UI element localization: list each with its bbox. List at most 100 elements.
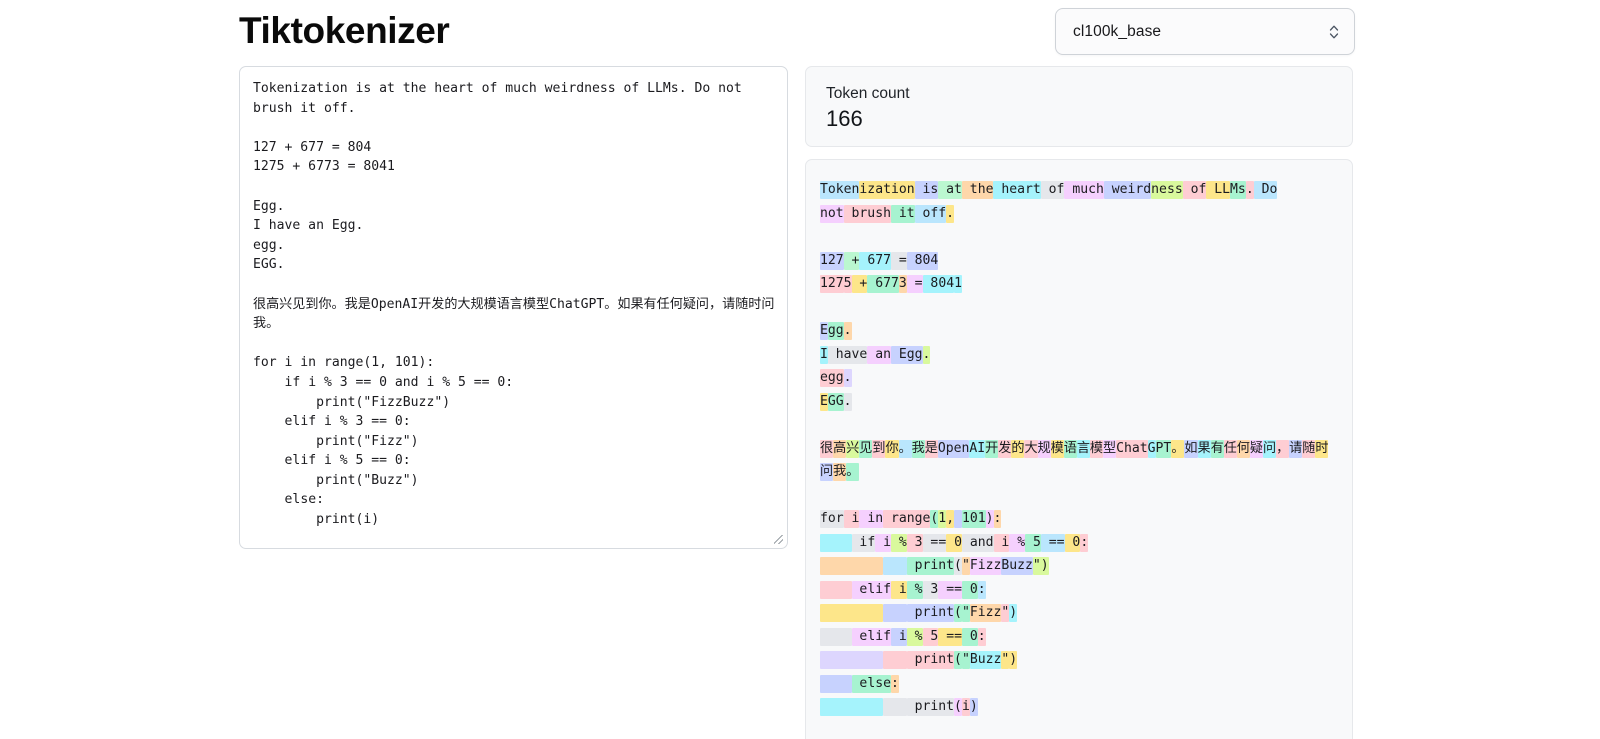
token: 型	[1103, 439, 1117, 458]
token: 101	[961, 510, 986, 528]
token: ==	[922, 533, 947, 552]
token: 0	[961, 627, 978, 646]
token	[820, 604, 884, 622]
token	[883, 557, 907, 575]
token: %	[906, 627, 923, 646]
model-select-control[interactable]: cl100k_base	[1055, 8, 1355, 55]
token: .	[843, 322, 852, 340]
token	[883, 604, 907, 622]
token: 时	[1315, 439, 1329, 458]
token: G	[1147, 439, 1156, 458]
token: %	[1009, 533, 1026, 552]
token: 5	[922, 627, 939, 646]
token: 规	[1037, 439, 1051, 458]
token: 发	[998, 439, 1012, 458]
token: 如	[1184, 439, 1198, 458]
token: print	[906, 651, 955, 669]
token: 5	[1025, 533, 1041, 552]
token: 言	[1076, 439, 1090, 458]
token	[954, 510, 962, 528]
token	[883, 651, 907, 669]
token: 随	[1302, 439, 1316, 458]
input-textarea-pane[interactable]: Tokenization is at the heart of much wei…	[239, 66, 788, 549]
token: GG	[827, 392, 844, 411]
token	[820, 627, 852, 646]
token: PT	[1155, 439, 1172, 458]
tokenized-output: Tokenization is at the heart of much wei…	[820, 178, 1338, 719]
textarea-resize-handle[interactable]	[771, 532, 786, 547]
model-selector[interactable]: cl100k_base	[1055, 8, 1355, 55]
token: 大	[1024, 439, 1038, 458]
token: .	[843, 392, 852, 411]
token: ==	[938, 627, 962, 646]
token: .	[946, 204, 955, 223]
token: Chat	[1116, 439, 1148, 458]
token: range	[883, 510, 931, 528]
token: off	[914, 204, 947, 223]
token: )	[1009, 651, 1018, 669]
token: Fizz	[969, 604, 1002, 622]
token: 有	[1210, 439, 1224, 458]
token: 我	[911, 439, 925, 458]
token: :	[1080, 533, 1089, 552]
token: 804	[922, 275, 955, 293]
token: 5	[843, 275, 852, 293]
token	[820, 698, 884, 716]
token: 你	[885, 439, 899, 458]
token: and	[961, 533, 994, 552]
token: elif	[851, 580, 891, 599]
token: 果	[1197, 439, 1211, 458]
token: much	[1064, 181, 1104, 199]
token: :	[993, 510, 1002, 528]
token	[820, 557, 884, 575]
token: 1	[938, 510, 947, 528]
input-textarea[interactable]: Tokenization is at the heart of much wei…	[253, 79, 781, 530]
token: heart	[993, 181, 1041, 199]
token: .	[922, 345, 931, 364]
token: elif	[851, 627, 891, 646]
tokenized-output-card: Tokenization is at the heart of much wei…	[805, 159, 1353, 739]
token: weird	[1103, 181, 1152, 199]
app-header: Tiktokenizer cl100k_base	[0, 0, 1600, 62]
token: 0	[946, 533, 962, 552]
token: ness	[1151, 181, 1183, 199]
token: Egg	[890, 345, 923, 364]
token: if	[851, 533, 876, 552]
token: not	[820, 204, 844, 223]
token: 高	[833, 439, 847, 458]
token: print	[906, 698, 955, 716]
token: 127	[820, 251, 844, 270]
token: an	[867, 345, 891, 364]
token: %	[890, 533, 907, 552]
token: :	[977, 627, 986, 646]
token: "	[961, 651, 970, 669]
token: Ms	[1230, 181, 1246, 199]
token: i	[890, 580, 907, 599]
token: of	[1040, 181, 1065, 199]
token: i	[993, 533, 1010, 552]
token: "	[961, 557, 970, 575]
chevron-up-down-icon	[1327, 23, 1341, 41]
token: 。	[846, 463, 860, 481]
token: 疑	[1249, 439, 1263, 458]
token: have	[827, 345, 868, 364]
token: 3	[906, 533, 923, 552]
token: of	[1182, 181, 1207, 199]
token: 是	[924, 439, 938, 458]
token: 问	[820, 463, 834, 481]
token: 677	[867, 275, 899, 293]
token: ")	[1032, 557, 1049, 575]
token: (	[954, 604, 962, 622]
token: 模	[1089, 439, 1104, 458]
token: AI	[969, 439, 986, 458]
token: print	[906, 604, 955, 622]
token: LL	[1206, 181, 1231, 199]
page-title: Tiktokenizer	[239, 10, 450, 51]
token: 问	[1262, 439, 1277, 458]
token: i	[875, 533, 891, 552]
token: 0	[961, 580, 978, 599]
token: ization	[859, 181, 915, 199]
token-count-value: 166	[826, 106, 863, 131]
token: )	[985, 510, 994, 528]
token: =	[906, 275, 923, 293]
